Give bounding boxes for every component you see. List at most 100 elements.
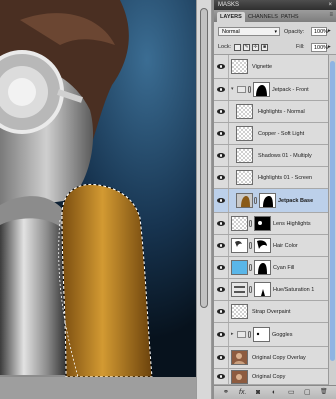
layer-row-jetpack-front[interactable]: ▾ Jetpack - Front	[214, 79, 328, 101]
eye-icon[interactable]	[216, 354, 226, 362]
layer-row-vignette[interactable]: Vignette	[214, 55, 328, 79]
layer-name[interactable]: Shadows 01 - Multiply	[258, 153, 312, 159]
layers-scroll-thumb[interactable]	[330, 61, 335, 361]
layer-row-goggles[interactable]: ▸ Goggles	[214, 323, 328, 347]
eye-icon[interactable]	[216, 264, 226, 272]
fill-input[interactable]: 100%	[311, 43, 328, 52]
link-icon[interactable]	[248, 331, 251, 338]
eye-icon[interactable]	[216, 242, 226, 250]
link-icon[interactable]	[249, 220, 252, 227]
layer-row-hue-saturation[interactable]: Hue/Saturation 1	[214, 279, 328, 301]
layer-row-shadows-multiply[interactable]: Shadows 01 - Multiply	[214, 145, 328, 167]
layer-thumbnail[interactable]	[231, 216, 248, 231]
eye-icon[interactable]	[216, 197, 226, 205]
layers-scrollbar[interactable]	[328, 55, 336, 385]
layer-thumbnail[interactable]	[231, 59, 248, 74]
link-icon[interactable]: ⚭	[223, 389, 229, 396]
opacity-input[interactable]: 100%	[311, 27, 328, 36]
eye-icon[interactable]	[216, 130, 226, 138]
layer-name[interactable]: Original Copy	[252, 374, 285, 380]
fill-slider-icon[interactable]: ▸	[328, 44, 331, 50]
link-icon[interactable]	[248, 86, 251, 93]
canvas-scrollbar[interactable]	[196, 0, 212, 399]
layer-name[interactable]: Goggles	[272, 332, 293, 338]
eye-icon[interactable]	[216, 220, 226, 228]
layer-thumbnail[interactable]	[231, 304, 248, 319]
tab-layers[interactable]: LAYERS	[217, 12, 245, 22]
layer-row-highlights-normal[interactable]: Highlights - Normal	[214, 101, 328, 123]
eye-icon[interactable]	[216, 373, 226, 381]
layer-name[interactable]: Jetpack - Front	[272, 87, 309, 93]
tab-paths[interactable]: PATHS	[278, 12, 302, 22]
fill-color-thumbnail[interactable]	[231, 260, 248, 275]
layer-name[interactable]: Jetpack Base	[278, 198, 313, 204]
adjustment-icon[interactable]: ◐	[272, 389, 276, 396]
trash-icon[interactable]: 🗑	[320, 389, 328, 396]
layer-thumbnail[interactable]	[231, 238, 248, 253]
layer-mask-thumbnail[interactable]	[254, 282, 271, 297]
lock-transparency-icon[interactable]	[234, 44, 241, 51]
panel-menu-icon[interactable]: ≡	[329, 12, 333, 18]
group-mask-thumbnail[interactable]	[253, 327, 270, 342]
eye-icon[interactable]	[216, 308, 226, 316]
link-icon[interactable]	[249, 286, 252, 293]
layer-name[interactable]: Lens Highlights	[273, 221, 311, 227]
folder-icon[interactable]: ▭	[288, 389, 295, 396]
layer-row-jetpack-base[interactable]: Jetpack Base	[214, 189, 328, 213]
adjustment-thumbnail[interactable]	[231, 282, 248, 297]
layer-row-hair-color[interactable]: Hair Color	[214, 235, 328, 257]
mask-icon[interactable]: ◙	[256, 389, 260, 396]
layer-name[interactable]: Vignette	[252, 64, 272, 70]
blend-mode-select[interactable]: Normal ▾	[218, 27, 280, 36]
eye-icon[interactable]	[216, 63, 226, 71]
link-icon[interactable]	[249, 242, 252, 249]
layer-thumbnail[interactable]	[236, 193, 253, 208]
layer-mask-thumbnail[interactable]	[254, 260, 271, 275]
layer-thumbnail[interactable]	[231, 350, 248, 365]
lock-position-icon[interactable]: ✛	[252, 44, 259, 51]
layer-row-original-copy[interactable]: Original Copy	[214, 369, 328, 385]
expand-triangle-icon[interactable]: ▸	[231, 331, 234, 337]
layer-name[interactable]: Strap Overpaint	[252, 309, 291, 315]
layer-name[interactable]: Hair Color	[273, 243, 298, 249]
dock-title[interactable]: MASKS	[218, 0, 239, 10]
eye-icon[interactable]	[216, 286, 226, 294]
tab-channels[interactable]: CHANNELS	[245, 12, 281, 22]
layer-mask-thumbnail[interactable]	[254, 238, 271, 253]
layer-name[interactable]: Highlights - Normal	[258, 109, 305, 115]
layer-name[interactable]: Hue/Saturation 1	[273, 287, 314, 293]
eye-icon[interactable]	[216, 86, 226, 94]
close-icon[interactable]: ×	[328, 0, 332, 10]
lock-pixels-icon[interactable]: ✎	[243, 44, 250, 51]
fx-icon[interactable]: fx.	[239, 389, 246, 396]
layer-thumbnail[interactable]	[236, 170, 253, 185]
layer-mask-thumbnail[interactable]	[254, 216, 271, 231]
new-layer-icon[interactable]: ▢	[304, 389, 311, 396]
layer-name[interactable]: Copper - Soft Light	[258, 131, 304, 137]
layer-row-copper-soft-light[interactable]: Copper - Soft Light	[214, 123, 328, 145]
layer-thumbnail[interactable]	[231, 370, 248, 384]
lock-all-icon[interactable]: ■	[261, 44, 268, 51]
link-icon[interactable]	[254, 197, 257, 204]
layer-name[interactable]: Highlights 01 - Screen	[258, 175, 312, 181]
eye-icon[interactable]	[216, 108, 226, 116]
layer-row-cyan-fill[interactable]: Cyan Fill	[214, 257, 328, 279]
eye-icon[interactable]	[216, 152, 226, 160]
group-mask-thumbnail[interactable]	[253, 82, 270, 97]
layer-row-strap-overpaint[interactable]: Strap Overpaint	[214, 301, 328, 323]
expand-triangle-icon[interactable]: ▾	[231, 86, 234, 92]
layer-mask-thumbnail[interactable]	[259, 193, 276, 208]
layer-thumbnail[interactable]	[236, 126, 253, 141]
layer-name[interactable]: Original Copy Overlay	[252, 355, 306, 361]
canvas-scroll-thumb[interactable]	[200, 8, 208, 308]
layer-thumbnail[interactable]	[236, 148, 253, 163]
eye-icon[interactable]	[216, 174, 226, 182]
layer-thumbnail[interactable]	[236, 104, 253, 119]
document-canvas[interactable]	[0, 0, 196, 399]
link-icon[interactable]	[249, 264, 252, 271]
layer-name[interactable]: Cyan Fill	[273, 265, 294, 271]
layer-row-lens-highlights[interactable]: Lens Highlights	[214, 213, 328, 235]
layer-row-original-copy-overlay[interactable]: Original Copy Overlay	[214, 347, 328, 369]
opacity-slider-icon[interactable]: ▸	[328, 28, 331, 34]
layer-row-highlights-screen[interactable]: Highlights 01 - Screen	[214, 167, 328, 189]
